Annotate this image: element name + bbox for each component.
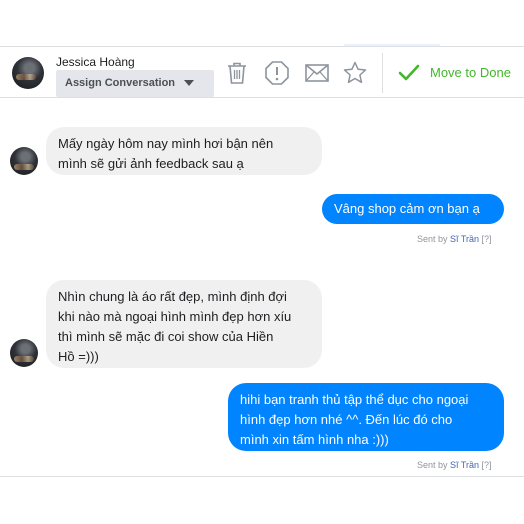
customer-avatar[interactable] xyxy=(10,147,38,175)
customer-avatar[interactable] xyxy=(10,339,38,367)
block-button[interactable] xyxy=(264,60,290,86)
assign-conversation-button[interactable]: Assign Conversation xyxy=(56,70,214,97)
message-line: Vâng shop cảm ơn bạn ạ xyxy=(334,201,480,216)
sent-by-help[interactable]: [?] xyxy=(479,234,492,244)
assign-conversation-label: Assign Conversation xyxy=(65,77,176,89)
block-icon xyxy=(265,61,289,85)
sent-by-help[interactable]: [?] xyxy=(479,460,492,470)
trash-icon xyxy=(228,62,246,84)
contact-avatar[interactable] xyxy=(12,57,44,89)
outgoing-message[interactable]: Vâng shop cảm ơn bạn ạ xyxy=(322,194,504,224)
delete-button[interactable] xyxy=(224,60,250,86)
message-line: hihi bạn tranh thủ tập thể dục cho ngoại xyxy=(240,392,469,407)
sent-by-prefix: Sent by xyxy=(417,234,451,244)
message-line: Nhìn chung là áo rất đẹp, mình định đợi xyxy=(58,289,287,304)
checkmark-icon xyxy=(398,64,420,81)
caret-down-icon xyxy=(184,80,194,86)
sender-name-link[interactable]: Sĩ Trần xyxy=(450,460,479,470)
message-line: hình đẹp hơn nhé ^^. Đến lúc đó cho xyxy=(240,412,453,427)
sender-name-link[interactable]: Sĩ Trần xyxy=(450,234,479,244)
message-line: Hồ =))) xyxy=(58,349,99,364)
star-icon xyxy=(343,61,367,84)
conversation-header: Jessica Hoàng Assign Conversation Move t… xyxy=(0,46,524,98)
contact-name[interactable]: Jessica Hoàng xyxy=(56,55,135,69)
header-divider xyxy=(382,53,383,93)
mail-icon xyxy=(305,64,329,82)
move-to-done-label: Move to Done xyxy=(430,65,511,80)
message-line: Mấy ngày hôm nay mình hơi bận nên xyxy=(58,136,274,151)
message-line: khi nào mà ngoại hình mình đẹp hơn xíu xyxy=(58,309,292,324)
sent-by-label: Sent by Sĩ Trần [?] xyxy=(417,460,492,470)
incoming-message[interactable]: Nhìn chung là áo rất đẹp, mình định đợi … xyxy=(46,280,322,368)
outgoing-message[interactable]: hihi bạn tranh thủ tập thể dục cho ngoại… xyxy=(228,383,504,451)
star-button[interactable] xyxy=(342,60,368,86)
composer-divider xyxy=(0,476,524,477)
mark-unread-button[interactable] xyxy=(304,60,330,86)
incoming-message[interactable]: Mấy ngày hôm nay mình hơi bận nên mình s… xyxy=(46,127,322,175)
message-line: mình xin tấm hình nha :))) xyxy=(240,432,389,447)
sent-by-label: Sent by Sĩ Trần [?] xyxy=(417,234,492,244)
sent-by-prefix: Sent by xyxy=(417,460,451,470)
message-line: thì mình sẽ mặc đi coi show của Hiền xyxy=(58,329,274,344)
message-line: mình sẽ gửi ảnh feedback sau ạ xyxy=(58,156,244,171)
